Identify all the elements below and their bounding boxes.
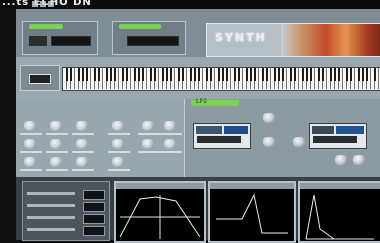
title-icon-3[interactable]: [48, 1, 54, 7]
top-strip: SYNTH: [16, 9, 380, 57]
lfo-wave-bar-1: [196, 126, 222, 134]
knob-label: [46, 151, 68, 153]
lfo-target-select[interactable]: [313, 136, 357, 143]
voice-row-1-value[interactable]: [83, 190, 105, 200]
synth-knob[interactable]: [50, 157, 62, 167]
bottom-section: [16, 177, 380, 243]
window-title: ...ts ECHO DN: [2, 0, 92, 8]
synth-knob[interactable]: [112, 139, 124, 149]
bank-display[interactable]: [127, 36, 179, 46]
keyboard-area: [16, 57, 380, 99]
logo-panel: SYNTH: [206, 23, 380, 57]
filter-scope-graph: [216, 193, 288, 234]
lfo-fade-knob[interactable]: [335, 155, 347, 165]
bank-panel: [112, 21, 186, 55]
amp-scope[interactable]: [298, 181, 380, 243]
lfo-wave-select[interactable]: [197, 136, 241, 143]
voice-controls: [22, 181, 110, 241]
voice-row-1: [27, 190, 105, 200]
lfo-target-bar-1: [312, 126, 334, 134]
knob-label: [20, 133, 42, 135]
controls-area: LFO: [16, 98, 380, 177]
octave-button[interactable]: [29, 74, 51, 84]
synth-knob[interactable]: [76, 139, 88, 149]
octave-panel: [20, 65, 60, 91]
synth-knob[interactable]: [76, 157, 88, 167]
voice-row-4-value[interactable]: [83, 226, 105, 236]
synth-knob[interactable]: [50, 139, 62, 149]
synth-knob[interactable]: [50, 121, 62, 131]
piano-keyboard[interactable]: [62, 67, 380, 91]
knob-label: [108, 169, 130, 171]
voice-row-3: [27, 214, 105, 224]
knob-label: [160, 133, 182, 135]
lfo-depth-knob[interactable]: [263, 137, 275, 147]
bank-tab: [119, 24, 161, 29]
lfo-label: LFO: [196, 98, 207, 105]
voice-row-3-value[interactable]: [83, 214, 105, 224]
knob-label: [20, 151, 42, 153]
knob-label: [160, 151, 182, 153]
preset-tab: [29, 24, 63, 29]
voice-row-4: [27, 226, 105, 236]
window-titlebar: ...ts ECHO DN: [0, 0, 380, 9]
preset-panel: [22, 21, 98, 55]
amp-scope-graph: [305, 194, 374, 240]
preset-button[interactable]: [29, 36, 47, 46]
title-icon-1[interactable]: [32, 1, 38, 7]
title-icon-2[interactable]: [40, 1, 46, 7]
env-scope-graph: [119, 195, 201, 239]
env-scope[interactable]: [114, 181, 206, 243]
synth-knob[interactable]: [112, 121, 124, 131]
synth-knob[interactable]: [24, 157, 36, 167]
synth-window: SYNTH LFO: [16, 9, 380, 243]
knob-label: [108, 151, 130, 153]
synth-knob[interactable]: [112, 157, 124, 167]
voice-row-3-label: [27, 216, 75, 219]
synth-knob[interactable]: [76, 121, 88, 131]
knob-label: [108, 133, 130, 135]
logo-text: SYNTH: [215, 31, 267, 44]
voice-row-1-label: [27, 192, 75, 195]
lfo-rate-knob[interactable]: [263, 113, 275, 123]
synth-knob[interactable]: [24, 139, 36, 149]
preset-display[interactable]: [51, 36, 91, 46]
white-key[interactable]: [375, 68, 379, 89]
synth-knob[interactable]: [24, 121, 36, 131]
voice-row-2-label: [27, 204, 75, 207]
synth-knob[interactable]: [142, 121, 154, 131]
voice-row-2-value[interactable]: [83, 202, 105, 212]
synth-knob[interactable]: [164, 139, 176, 149]
knob-label: [46, 169, 68, 171]
knob-label: [72, 133, 94, 135]
knob-label: [20, 169, 42, 171]
lfo-wave-bar-2: [224, 126, 248, 134]
synth-knob[interactable]: [164, 121, 176, 131]
logo-artwork: [281, 24, 380, 56]
knob-label: [72, 169, 94, 171]
filter-scope[interactable]: [208, 181, 296, 243]
lfo-wave-display[interactable]: [193, 123, 251, 149]
lfo-delay-knob[interactable]: [353, 155, 365, 165]
lfo-tab: LFO: [191, 98, 239, 106]
lfo-sync-knob[interactable]: [293, 137, 305, 147]
lfo-section: LFO: [184, 98, 380, 177]
knob-label: [138, 151, 160, 153]
synth-knob[interactable]: [142, 139, 154, 149]
knob-grid: [20, 117, 184, 173]
lfo-target-display[interactable]: [309, 123, 367, 149]
knob-label: [72, 151, 94, 153]
knob-label: [138, 133, 160, 135]
knob-label: [46, 133, 68, 135]
voice-row-2: [27, 202, 105, 212]
lfo-target-bar-2: [336, 126, 364, 134]
voice-row-4-label: [27, 228, 75, 231]
